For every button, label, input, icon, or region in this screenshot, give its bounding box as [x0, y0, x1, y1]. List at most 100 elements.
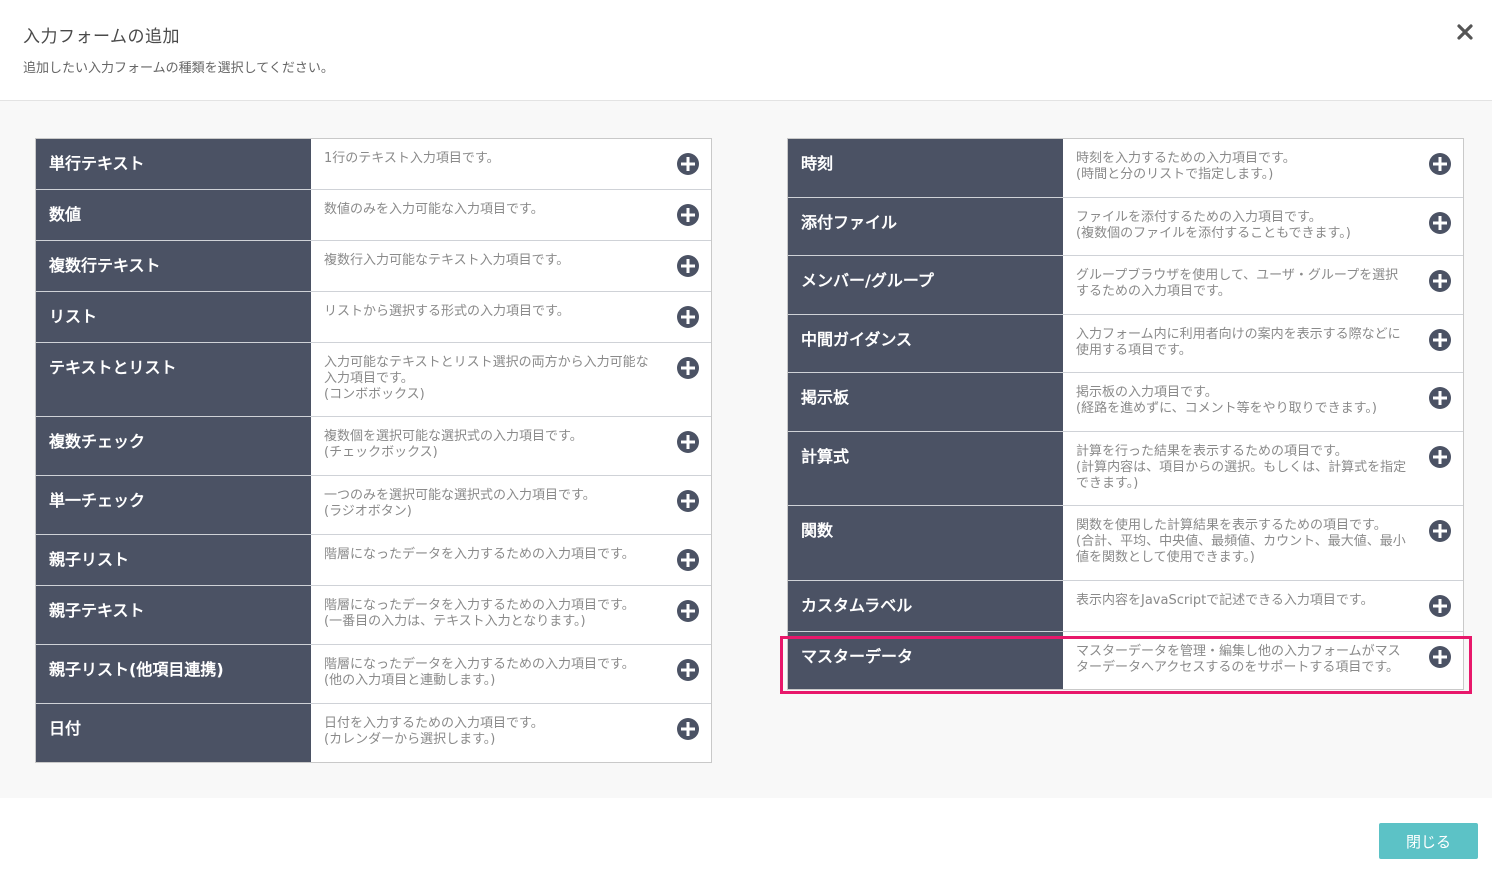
form-type-description: 日付を入力するための入力項目です。 (カレンダーから選択します。)	[324, 716, 544, 747]
add-plus-icon[interactable]	[1429, 329, 1451, 351]
form-type-description-cell: リストから選択する形式の入力項目です。	[311, 292, 711, 342]
form-type-description: 関数を使用した計算結果を表示するための項目です。 (合計、平均、中央値、最頻値、…	[1076, 518, 1406, 565]
form-type-row[interactable]: 数値 数値のみを入力可能な入力項目です。	[36, 190, 711, 241]
form-type-name: テキストとリスト	[36, 343, 311, 416]
form-type-name: 親子リスト	[36, 535, 311, 585]
form-type-name: 単行テキスト	[36, 139, 311, 189]
add-plus-icon[interactable]	[677, 718, 699, 740]
form-type-row[interactable]: 親子テキスト 階層になったデータを入力するための入力項目です。 (一番目の入力は、…	[36, 586, 711, 645]
form-type-name: 単一チェック	[36, 476, 311, 534]
form-type-row[interactable]: マスターデータ マスターデータを管理・編集し他の入力フォームがマス ターデータへア…	[788, 632, 1463, 689]
form-type-description: 数値のみを入力可能な入力項目です。	[324, 202, 544, 217]
form-type-row[interactable]: カスタムラベル 表示内容をJavaScriptで記述できる入力項目です。	[788, 581, 1463, 632]
form-type-name: 複数チェック	[36, 417, 311, 475]
form-type-row[interactable]: 時刻 時刻を入力するための入力項目です。 (時間と分のリストで指定します。)	[788, 139, 1463, 198]
form-type-description: リストから選択する形式の入力項目です。	[324, 304, 570, 319]
add-plus-icon[interactable]	[1429, 387, 1451, 409]
add-plus-icon[interactable]	[677, 600, 699, 622]
close-icon[interactable]	[1455, 22, 1475, 42]
form-type-description-cell: 入力フォーム内に利用者向けの案内を表示する際などに 使用する項目です。	[1063, 315, 1463, 372]
form-type-row[interactable]: 親子リスト 階層になったデータを入力するための入力項目です。	[36, 535, 711, 586]
form-type-description: 一つのみを選択可能な選択式の入力項目です。 (ラジオボタン)	[324, 488, 596, 519]
add-plus-icon[interactable]	[677, 659, 699, 681]
form-type-name: 計算式	[788, 432, 1063, 505]
form-type-description-cell: 一つのみを選択可能な選択式の入力項目です。 (ラジオボタン)	[311, 476, 711, 534]
form-type-description-cell: 階層になったデータを入力するための入力項目です。	[311, 535, 711, 585]
add-plus-icon[interactable]	[677, 490, 699, 512]
add-plus-icon[interactable]	[677, 549, 699, 571]
dialog-footer	[0, 798, 1492, 874]
form-type-table-left: 単行テキスト 1行のテキスト入力項目です。 数値 数値のみを入力可能な入力項目です。複…	[35, 138, 712, 763]
form-type-description: 1行のテキスト入力項目です。	[324, 151, 500, 166]
form-type-row[interactable]: 掲示板 掲示板の入力項目です。 (経路を進めずに、コメント等をやり取りできます。)	[788, 373, 1463, 432]
form-type-description: 複数個を選択可能な選択式の入力項目です。 (チェックボックス)	[324, 429, 583, 460]
form-type-table-right: 時刻 時刻を入力するための入力項目です。 (時間と分のリストで指定します。) 添付フ…	[787, 138, 1464, 690]
form-type-description-cell: 日付を入力するための入力項目です。 (カレンダーから選択します。)	[311, 704, 711, 762]
add-plus-icon[interactable]	[677, 357, 699, 379]
add-plus-icon[interactable]	[677, 255, 699, 277]
form-type-description: 掲示板の入力項目です。 (経路を進めずに、コメント等をやり取りできます。)	[1076, 385, 1377, 416]
form-type-name: カスタムラベル	[788, 581, 1063, 631]
form-type-row[interactable]: メンバー/グループ グループブラウザを使用して、ユーザ・グループを選択 するための…	[788, 256, 1463, 315]
form-type-name: 複数行テキスト	[36, 241, 311, 291]
add-plus-icon[interactable]	[1429, 520, 1451, 542]
form-type-description: ファイルを添付するための入力項目です。 (複数個のファイルを添付することもできま…	[1076, 210, 1351, 241]
form-type-description-cell: 1行のテキスト入力項目です。	[311, 139, 711, 189]
form-type-name: 添付ファイル	[788, 198, 1063, 255]
form-type-description-cell: グループブラウザを使用して、ユーザ・グループを選択 するための入力項目です。	[1063, 256, 1463, 314]
form-type-name: 日付	[36, 704, 311, 762]
form-type-name: 中間ガイダンス	[788, 315, 1063, 372]
form-type-name: リスト	[36, 292, 311, 342]
form-type-description-cell: 複数個を選択可能な選択式の入力項目です。 (チェックボックス)	[311, 417, 711, 475]
form-type-description: 階層になったデータを入力するための入力項目です。 (一番目の入力は、テキスト入力…	[324, 598, 635, 629]
form-type-description-cell: ファイルを添付するための入力項目です。 (複数個のファイルを添付することもできま…	[1063, 198, 1463, 255]
add-plus-icon[interactable]	[677, 204, 699, 226]
dialog-subtitle: 追加したい入力フォームの種類を選択してください。	[23, 61, 334, 76]
form-type-row[interactable]: 日付 日付を入力するための入力項目です。 (カレンダーから選択します。)	[36, 704, 711, 762]
form-type-row[interactable]: 中間ガイダンス 入力フォーム内に利用者向けの案内を表示する際などに 使用する項目で…	[788, 315, 1463, 373]
form-type-row[interactable]: テキストとリスト 入力可能なテキストとリスト選択の両方から入力可能な 入力項目です…	[36, 343, 711, 417]
form-type-description-cell: 階層になったデータを入力するための入力項目です。 (一番目の入力は、テキスト入力…	[311, 586, 711, 644]
form-type-description: グループブラウザを使用して、ユーザ・グループを選択 するための入力項目です。	[1076, 268, 1399, 299]
add-plus-icon[interactable]	[677, 431, 699, 453]
add-plus-icon[interactable]	[1429, 595, 1451, 617]
form-type-name: マスターデータ	[788, 632, 1063, 689]
add-plus-icon[interactable]	[1429, 270, 1451, 292]
form-type-description: 計算を行った結果を表示するための項目です。 (計算内容は、項目からの選択。もしく…	[1076, 444, 1407, 491]
add-plus-icon[interactable]	[1429, 446, 1451, 468]
add-plus-icon[interactable]	[1429, 212, 1451, 234]
form-type-row[interactable]: 計算式 計算を行った結果を表示するための項目です。 (計算内容は、項目からの選択。…	[788, 432, 1463, 506]
form-type-description: 表示内容をJavaScriptで記述できる入力項目です。	[1076, 593, 1374, 608]
form-type-description: 入力可能なテキストとリスト選択の両方から入力可能な 入力項目です。 (コンボボッ…	[324, 355, 649, 402]
form-type-description-cell: マスターデータを管理・編集し他の入力フォームがマス ターデータへアクセスするのを…	[1063, 632, 1463, 689]
form-type-description-cell: 複数行入力可能なテキスト入力項目です。	[311, 241, 711, 291]
form-type-row[interactable]: リスト リストから選択する形式の入力項目です。	[36, 292, 711, 343]
form-type-name: 数値	[36, 190, 311, 240]
form-type-row[interactable]: 親子リスト(他項目連携) 階層になったデータを入力するための入力項目です。 (他の…	[36, 645, 711, 704]
form-type-name: 親子リスト(他項目連携)	[36, 645, 311, 703]
add-plus-icon[interactable]	[677, 306, 699, 328]
form-type-description-cell: 掲示板の入力項目です。 (経路を進めずに、コメント等をやり取りできます。)	[1063, 373, 1463, 431]
form-type-row[interactable]: 複数行テキスト 複数行入力可能なテキスト入力項目です。	[36, 241, 711, 292]
form-type-description: マスターデータを管理・編集し他の入力フォームがマス ターデータへアクセスするのを…	[1076, 644, 1401, 675]
form-type-name: メンバー/グループ	[788, 256, 1063, 314]
add-plus-icon[interactable]	[1429, 153, 1451, 175]
form-type-row[interactable]: 添付ファイル ファイルを添付するための入力項目です。 (複数個のファイルを添付する…	[788, 198, 1463, 256]
form-type-row[interactable]: 複数チェック 複数個を選択可能な選択式の入力項目です。 (チェックボックス)	[36, 417, 711, 476]
form-type-description-cell: 数値のみを入力可能な入力項目です。	[311, 190, 711, 240]
form-type-name: 時刻	[788, 139, 1063, 197]
dialog-title: 入力フォームの追加	[23, 27, 180, 47]
form-type-description-cell: 関数を使用した計算結果を表示するための項目です。 (合計、平均、中央値、最頻値、…	[1063, 506, 1463, 580]
form-type-row[interactable]: 単一チェック 一つのみを選択可能な選択式の入力項目です。 (ラジオボタン)	[36, 476, 711, 535]
add-plus-icon[interactable]	[1429, 646, 1451, 668]
form-type-name: 掲示板	[788, 373, 1063, 431]
form-type-row[interactable]: 単行テキスト 1行のテキスト入力項目です。	[36, 139, 711, 190]
close-button[interactable]: 閉じる	[1379, 823, 1478, 859]
add-plus-icon[interactable]	[677, 153, 699, 175]
form-type-description-cell: 計算を行った結果を表示するための項目です。 (計算内容は、項目からの選択。もしく…	[1063, 432, 1463, 505]
form-type-description-cell: 表示内容をJavaScriptで記述できる入力項目です。	[1063, 581, 1463, 631]
form-type-description: 時刻を入力するための入力項目です。 (時間と分のリストで指定します。)	[1076, 151, 1296, 182]
form-type-row[interactable]: 関数 関数を使用した計算結果を表示するための項目です。 (合計、平均、中央値、最頻…	[788, 506, 1463, 581]
form-type-description: 階層になったデータを入力するための入力項目です。 (他の入力項目と連動します。)	[324, 657, 635, 688]
form-type-description: 入力フォーム内に利用者向けの案内を表示する際などに 使用する項目です。	[1076, 327, 1401, 358]
